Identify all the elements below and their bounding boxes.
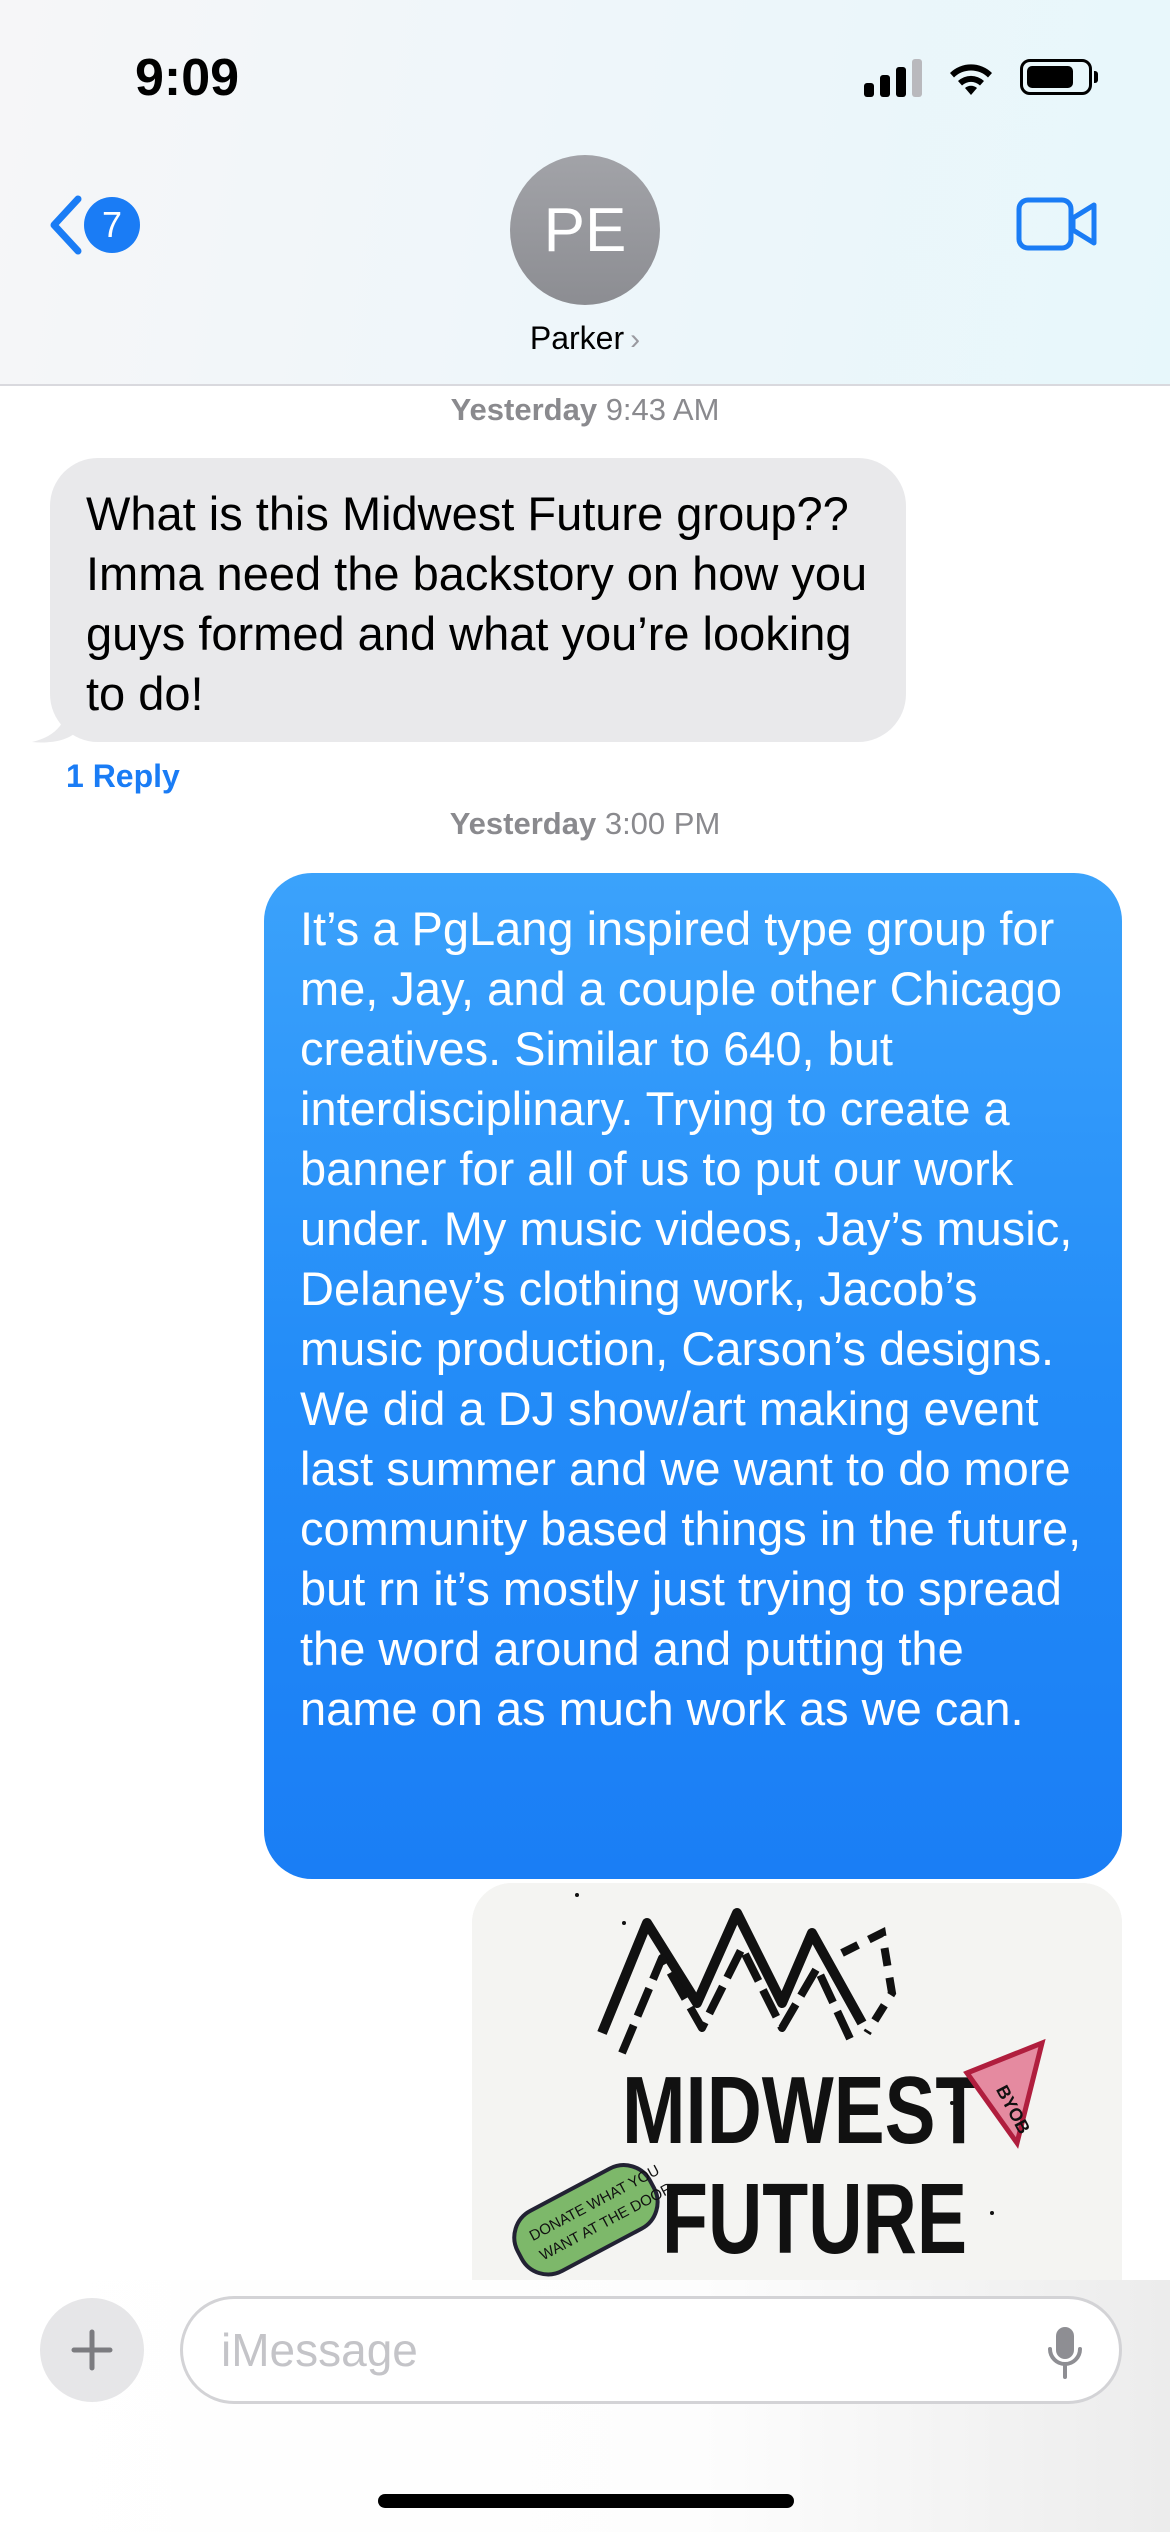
contact-avatar[interactable]: PE bbox=[510, 155, 660, 305]
thread-reply-link[interactable]: 1 Reply bbox=[66, 758, 180, 795]
back-chevron-icon bbox=[50, 195, 82, 255]
back-button[interactable]: 7 bbox=[46, 190, 156, 260]
plus-icon bbox=[71, 2329, 113, 2371]
chevron-right-icon: › bbox=[630, 323, 641, 356]
contact-name[interactable]: Parker › bbox=[0, 320, 1170, 357]
timestamp: Yesterday 3:00 PM bbox=[0, 806, 1170, 842]
timestamp-day: Yesterday bbox=[449, 806, 597, 841]
apps-plus-button[interactable] bbox=[40, 2298, 144, 2402]
home-indicator[interactable] bbox=[378, 2494, 794, 2508]
status-icons bbox=[864, 54, 1098, 100]
timestamp: Yesterday 9:43 AM bbox=[0, 392, 1170, 428]
timestamp-day: Yesterday bbox=[450, 392, 598, 427]
outgoing-message-bubble[interactable]: It’s a PgLang inspired type group for me… bbox=[264, 873, 1122, 1879]
wifi-icon bbox=[950, 64, 992, 95]
signal-icon bbox=[864, 57, 922, 97]
timestamp-time: 3:00 PM bbox=[604, 806, 721, 841]
battery-icon bbox=[1020, 59, 1098, 95]
poster-title-line1: MIDWEST bbox=[622, 2057, 982, 2164]
status-time: 9:09 bbox=[135, 49, 240, 107]
contact-name-label: Parker bbox=[529, 320, 625, 356]
microphone-icon[interactable] bbox=[1047, 2325, 1083, 2381]
midwest-future-poster: MIDWEST FUTURE BYOB DONATE WHAT YOU WANT… bbox=[472, 1883, 1122, 2283]
incoming-message-bubble[interactable]: What is this Midwest Future group?? Imma… bbox=[50, 458, 906, 742]
imessage-input[interactable]: iMessage bbox=[180, 2296, 1122, 2404]
input-placeholder: iMessage bbox=[221, 2324, 418, 2376]
image-attachment[interactable]: MIDWEST FUTURE BYOB DONATE WHAT YOU WANT… bbox=[472, 1883, 1122, 2283]
poster-title-line2: FUTURE bbox=[662, 2163, 967, 2275]
timestamp-time: 9:43 AM bbox=[605, 392, 720, 427]
conversation-header: 9:09 7 PE Parker › bbox=[0, 0, 1170, 386]
messages-screen: 9:09 7 PE Parker › Yesterday 9:43 AM Wha… bbox=[0, 0, 1170, 2532]
unread-count-badge: 7 bbox=[84, 197, 140, 253]
video-camera-icon[interactable] bbox=[1016, 196, 1098, 252]
